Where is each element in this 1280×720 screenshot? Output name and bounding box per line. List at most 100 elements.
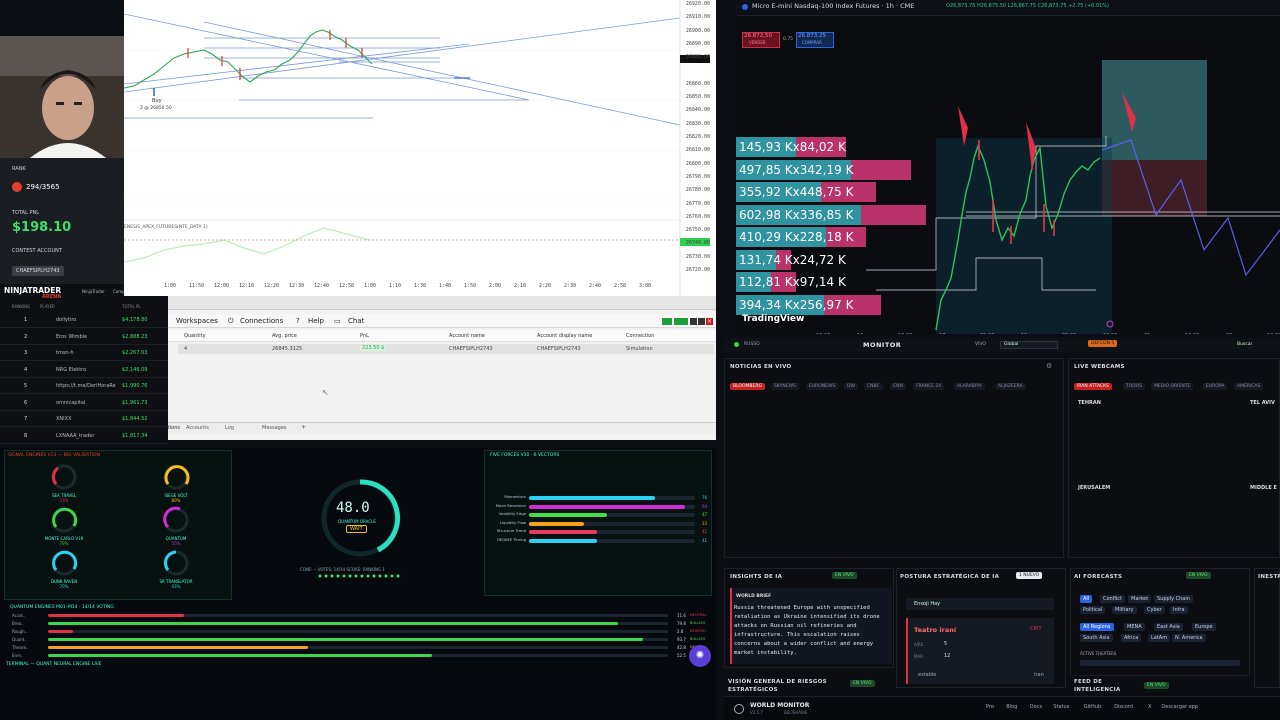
footer-link[interactable]: GitHub [1084, 704, 1101, 710]
price-chart-canvas[interactable] [124, 0, 716, 296]
col-pnl[interactable]: PnL [360, 333, 369, 339]
forecast-tag[interactable]: Market [1128, 595, 1152, 603]
news-source-tab[interactable]: SKYNEWS [771, 383, 799, 390]
news-source-tab[interactable]: ALARABIYA [954, 383, 985, 390]
forecast-tag[interactable]: Supply Chain [1154, 595, 1193, 603]
minimize-button[interactable] [690, 318, 697, 325]
leaderboard-pnl: $4,178.80 [122, 317, 148, 323]
forecast-tag[interactable]: Military [1112, 606, 1137, 614]
posture-region-select[interactable]: Ensoji Hay [914, 601, 940, 607]
region-tag[interactable]: Europe [1192, 623, 1216, 631]
topbar-live[interactable]: VIVO [975, 342, 986, 347]
link-icon[interactable] [662, 318, 672, 325]
forecast-tag[interactable]: All [1080, 595, 1093, 603]
leaderboard-row[interactable]: 1 dollytiro $4,178.80 [0, 312, 168, 328]
leaderboard-row[interactable]: 4 NRG Elektro $2,146.09 [0, 362, 168, 378]
tradingview-chart[interactable]: Micro E-mini Nasdaq-100 Index Futures · … [736, 0, 1280, 334]
news-source-tab[interactable]: DW [844, 383, 858, 390]
leaderboard-row[interactable]: 3 tmsn-h $2,267.03 [0, 345, 168, 361]
col-account-name[interactable]: Account name [449, 333, 485, 339]
footer-link[interactable]: Discord [1114, 704, 1133, 710]
region-tag[interactable]: N. America [1172, 634, 1206, 642]
close-button[interactable]: × [706, 318, 713, 325]
tv-time-label: 17 [939, 333, 945, 334]
footer-link[interactable]: Pro [986, 704, 994, 710]
footer-link[interactable]: Docs [1030, 704, 1042, 710]
add-tab-button[interactable]: + [301, 424, 306, 431]
menu-workspaces[interactable]: Workspaces [176, 317, 218, 325]
price-axis-label: 26820.00 [685, 134, 710, 140]
menu-chat[interactable]: Chat [348, 317, 364, 325]
engine-label: Accel.. [12, 613, 26, 618]
position-row[interactable]: 4 26845.3125 223.50 $ CHAEFSIPLH2743 CHA… [178, 344, 714, 354]
footer-brand[interactable]: WORLD MONITOR [750, 702, 809, 709]
footer-link[interactable]: Blog [1006, 704, 1017, 710]
footer-link[interactable]: Status [1053, 704, 1069, 710]
col-account-display[interactable]: Account display name [537, 333, 592, 339]
maximize-button[interactable] [698, 318, 705, 325]
footer-link[interactable]: X [1148, 704, 1151, 710]
news-source-tab[interactable]: BLOOMBERG [730, 383, 765, 390]
tab-accounts[interactable]: Accounts [186, 425, 209, 431]
region-tag[interactable]: All Regions [1080, 623, 1114, 631]
webcam-tab[interactable]: MEDIO ORIENTE [1151, 383, 1194, 390]
settings-icon[interactable]: ⚙ [1046, 362, 1052, 370]
leaderboard-row[interactable]: 2 Eros Wimble $2,888.23 [0, 329, 168, 345]
webcam-tab[interactable]: EUROPA [1203, 383, 1228, 390]
forecast-tag[interactable]: Conflict [1100, 595, 1125, 603]
region-tag[interactable]: East Asia [1154, 623, 1183, 631]
news-source-tab[interactable]: CNN [890, 383, 906, 390]
force-bar-track [529, 496, 695, 500]
webcam-tab[interactable]: AMÉRICAS [1234, 383, 1264, 390]
footer-link[interactable]: Descargar app [1161, 704, 1198, 710]
leaderboard-row[interactable]: 6 omnicapital $1,961.73 [0, 395, 168, 411]
tv-time-label: 12:00 [898, 333, 912, 334]
tab-log[interactable]: Log [225, 425, 234, 431]
region-tag[interactable]: South Asia [1080, 634, 1113, 642]
webcam-tab[interactable]: TODOS [1123, 383, 1146, 390]
webcam-tel-aviv[interactable]: TEL AVIV [1250, 400, 1275, 406]
webcam-middle-east[interactable]: MIDDLE E [1250, 485, 1277, 491]
menu-help[interactable]: Help [308, 317, 324, 325]
news-source-tab[interactable]: ALJAZEERA [995, 383, 1026, 390]
region-tag[interactable]: MENA [1124, 623, 1145, 631]
forecast-tag[interactable]: Infra [1170, 606, 1188, 614]
theater-title[interactable]: Teatro iraní [914, 626, 956, 634]
leaderboard-row[interactable]: 5 https://t.me/DeriHoraRegime $1,990.76 [0, 378, 168, 394]
leaderboard-row[interactable]: 8 LXNAAA_trader $1,817.34 [0, 428, 168, 444]
tab-positions[interactable]: Positions [168, 425, 180, 431]
force-bar-fill [529, 504, 686, 509]
force-bar-track [529, 513, 695, 517]
leaderboard-row[interactable]: 7 XNIXX $1,844.52 [0, 411, 168, 427]
news-source-tab[interactable]: EURONEWS [806, 383, 839, 390]
col-quantity[interactable]: Quantity [184, 333, 206, 339]
col-connection[interactable]: Connection [626, 333, 654, 339]
volume-profile-label: 355,92 Kx448,75 K [739, 185, 854, 199]
search-button[interactable]: Buscar [1237, 342, 1252, 347]
global-select[interactable]: Global [1004, 342, 1018, 347]
news-source-tab[interactable]: CNBC [864, 383, 883, 390]
menu-connections[interactable]: Connections [240, 317, 283, 325]
tradingview-logo[interactable]: TradingView [742, 314, 804, 324]
region-tag[interactable]: Africa [1121, 634, 1142, 642]
webcam-tab[interactable]: IRAN ATTACKS [1074, 383, 1112, 390]
forecast-tag[interactable]: Cyber [1144, 606, 1165, 614]
webcam-jerusalem[interactable]: JERUSALEM [1078, 485, 1110, 491]
ninjatrader-price-chart[interactable]: Buy 2 @ 26850,50 ENESIS_APEX_FUTURES(NTE… [124, 0, 716, 296]
tab-messages[interactable]: Messages [262, 425, 287, 431]
topbar-region[interactable]: RUSSO [744, 342, 760, 347]
news-source-tab[interactable]: FRANCE 24 [913, 383, 945, 390]
forecast-tag[interactable]: Political [1080, 606, 1106, 614]
col-avg-price[interactable]: Avg. price [272, 333, 297, 339]
price-axis-label: 26760.00 [685, 213, 710, 220]
contest-account-value: CHAEFSIPLH2743 [12, 266, 64, 276]
engine-tag: NEUTRAL [690, 613, 707, 617]
webcam-tehran[interactable]: TEHRAN [1078, 400, 1101, 406]
nav-ninjatrader[interactable]: NinjaTrader [82, 289, 105, 294]
assistant-icon[interactable]: ✺ [689, 645, 711, 667]
region-tag[interactable]: LatAm [1148, 634, 1171, 642]
leaderboard-rank: 8 [24, 432, 28, 439]
footer-sub: BELISHABIE [784, 710, 808, 715]
price-axis-label: 26920.00 [685, 1, 710, 7]
row-account-name: CHAEFSIPLH2743 [449, 346, 493, 352]
